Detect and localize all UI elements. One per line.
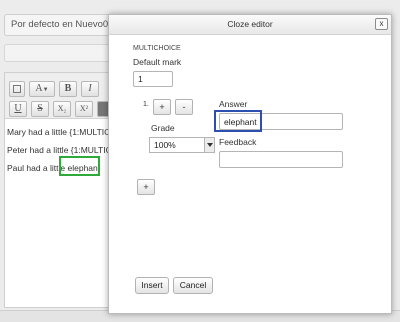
add-answer-after-button[interactable]: + (153, 99, 171, 115)
subscript-button[interactable]: X₂ (53, 101, 71, 117)
dialog-title: Cloze editor (227, 19, 273, 29)
screen: Por defecto en Nuevo001 (1 A▼ B I U S X₂… (0, 0, 400, 322)
superscript-button[interactable]: X² (75, 101, 93, 117)
underline-button[interactable]: U (9, 101, 27, 117)
answer-number: 1. (143, 101, 149, 108)
grade-select[interactable]: 100% (149, 137, 215, 153)
add-answer-button[interactable]: + (137, 179, 155, 195)
content-line-1: Mary had a little {1:MULTICH (7, 127, 117, 137)
text-editor[interactable]: A▼ B I U S X₂ X² Mary had a little {1:MU… (4, 72, 118, 308)
selection-highlight-box (59, 156, 100, 176)
toolbar-toggle-button[interactable] (9, 81, 25, 97)
grade-label: Grade (151, 123, 175, 133)
chevron-down-icon (204, 138, 214, 152)
feedback-label: Feedback (219, 137, 257, 147)
close-button[interactable]: x (375, 18, 388, 30)
feedback-input[interactable] (219, 151, 343, 168)
toolbar-toggle-icon (13, 85, 21, 93)
question-type: MULTICHOICE (133, 45, 181, 52)
content-line-3-text: Paul had a little (7, 163, 66, 173)
strikethrough-button[interactable]: S (31, 101, 49, 117)
insert-button[interactable]: Insert (135, 277, 169, 294)
chevron-down-icon: ▼ (42, 87, 49, 93)
cancel-button[interactable]: Cancel (173, 277, 213, 294)
cloze-editor-dialog: Cloze editor x MULTICHOICE Default mark … (108, 14, 392, 314)
default-mark-input[interactable]: 1 (133, 71, 173, 87)
style-button-label: A (35, 83, 43, 94)
content-line-2: Peter had a little {1:MULTICH (7, 145, 118, 155)
style-dropdown-button[interactable]: A▼ (29, 81, 55, 97)
editor-toolbar: A▼ B I U S X₂ X² (5, 73, 113, 119)
default-mark-label: Default mark (133, 57, 182, 67)
italic-button[interactable]: I (81, 81, 99, 97)
answer-highlight-box (214, 110, 262, 132)
answer-label: Answer (219, 99, 248, 109)
bold-button[interactable]: B (59, 81, 77, 97)
remove-answer-button[interactable]: - (175, 99, 193, 115)
dialog-header[interactable]: Cloze editor x (109, 15, 391, 35)
grade-value: 100% (154, 140, 176, 150)
